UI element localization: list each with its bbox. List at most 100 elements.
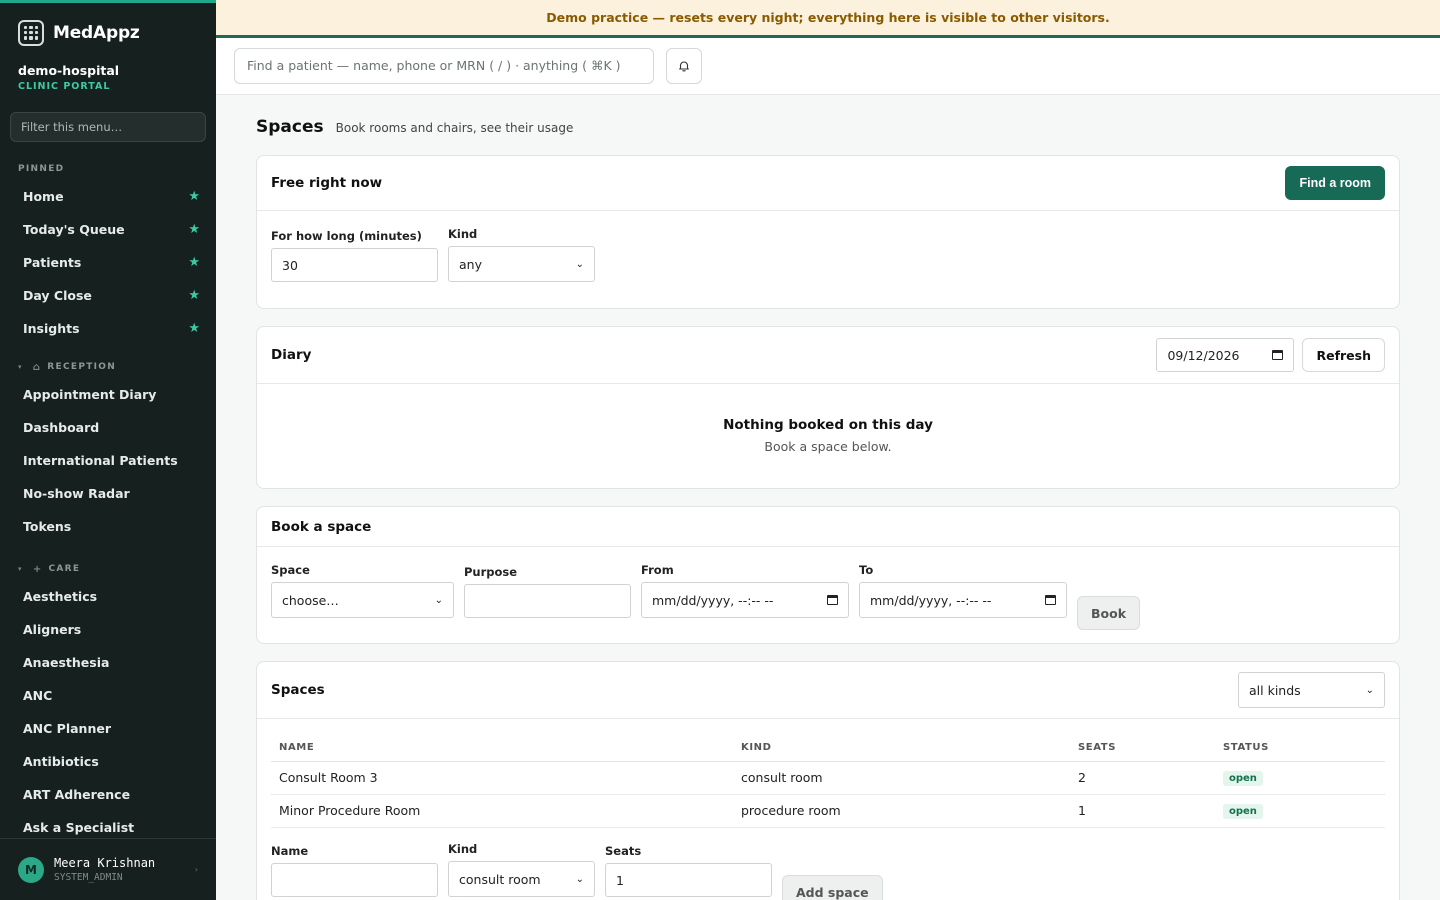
sidebar-item-no-show-radar[interactable]: No-show Radar bbox=[0, 477, 216, 510]
purpose-input[interactable] bbox=[464, 584, 631, 618]
user-menu[interactable]: M Meera Krishnan SYSTEM_ADMIN › bbox=[0, 838, 216, 900]
cell-seats: 1 bbox=[1070, 794, 1215, 828]
plus-icon: + bbox=[32, 563, 43, 575]
user-name: Meera Krishnan bbox=[54, 856, 156, 870]
sidebar-item-label: Ask a Specialist bbox=[23, 820, 135, 835]
card-title: Diary bbox=[271, 347, 312, 363]
sidebar-item-insights[interactable]: Insights ★ bbox=[0, 312, 216, 345]
chevron-down-icon: ⌄ bbox=[575, 258, 584, 270]
sidebar-item-art-adherence[interactable]: ART Adherence bbox=[0, 778, 216, 811]
sidebar-item-aligners[interactable]: Aligners bbox=[0, 613, 216, 646]
new-space-seats-value: 1 bbox=[616, 872, 624, 888]
sidebar-item-label: Insights bbox=[23, 321, 80, 336]
cell-name: Minor Procedure Room bbox=[271, 794, 733, 828]
purpose-label: Purpose bbox=[464, 565, 518, 579]
sidebar-item-patients[interactable]: Patients ★ bbox=[0, 246, 216, 279]
find-room-button[interactable]: Find a room bbox=[1285, 166, 1385, 200]
from-datetime-input[interactable]: mm/dd/yyyy, --:-- -- bbox=[641, 582, 849, 618]
sidebar-item-international-patients[interactable]: International Patients bbox=[0, 444, 216, 477]
to-value: mm/dd/yyyy, --:-- -- bbox=[870, 592, 992, 608]
sidebar-item-aesthetics[interactable]: Aesthetics bbox=[0, 580, 216, 613]
sidebar-item-antibiotics[interactable]: Antibiotics bbox=[0, 745, 216, 778]
table-row[interactable]: Consult Room 3 consult room 2 open bbox=[271, 761, 1385, 795]
cell-kind: consult room bbox=[733, 761, 1070, 795]
calendar-icon[interactable] bbox=[1272, 350, 1284, 360]
new-space-seats-input[interactable]: 1 bbox=[605, 863, 772, 897]
sidebar-item-label: Day Close bbox=[23, 288, 92, 303]
duration-label: For how long (minutes) bbox=[271, 229, 422, 243]
calendar-icon[interactable] bbox=[827, 595, 838, 605]
new-space-name-label: Name bbox=[271, 844, 309, 858]
empty-state: Nothing booked on this day Book a space … bbox=[257, 384, 1399, 454]
sidebar-item-label: Tokens bbox=[23, 519, 72, 534]
bell-icon bbox=[678, 61, 690, 72]
empty-title: Nothing booked on this day bbox=[723, 417, 933, 433]
chevron-down-icon: ▾ bbox=[18, 565, 23, 573]
page-title: Spaces bbox=[256, 117, 324, 137]
new-space-kind-value: consult room bbox=[459, 871, 541, 887]
sidebar-item-home[interactable]: Home ★ bbox=[0, 180, 216, 213]
group-header-care[interactable]: ▾ + CARE bbox=[0, 562, 216, 576]
kind-label: Kind bbox=[448, 227, 478, 241]
patient-search-input[interactable]: Find a patient — name, phone or MRN ( / … bbox=[234, 48, 654, 84]
star-icon[interactable]: ★ bbox=[188, 189, 200, 204]
brand[interactable]: MedAppz bbox=[0, 3, 216, 47]
sidebar-item-todays-queue[interactable]: Today's Queue ★ bbox=[0, 213, 216, 246]
sidebar-item-label: Anaesthesia bbox=[23, 655, 110, 670]
main-content: Spaces Book rooms and chairs, see their … bbox=[216, 95, 1440, 900]
page-header: Spaces Book rooms and chairs, see their … bbox=[256, 117, 573, 137]
star-icon[interactable]: ★ bbox=[188, 288, 200, 303]
app-logo-icon bbox=[18, 19, 44, 46]
notifications-button[interactable] bbox=[666, 48, 702, 84]
sidebar-item-label: Home bbox=[23, 189, 64, 204]
refresh-button[interactable]: Refresh bbox=[1302, 338, 1385, 372]
sidebar-item-day-close[interactable]: Day Close ★ bbox=[0, 279, 216, 312]
new-space-kind-select[interactable]: consult room ⌄ bbox=[448, 861, 595, 897]
kind-select[interactable]: any ⌄ bbox=[448, 246, 595, 282]
diary-date-input[interactable]: 09/12/2026 bbox=[1156, 338, 1295, 372]
sidebar-item-label: Aesthetics bbox=[23, 589, 98, 604]
org-subtitle: CLINIC PORTAL bbox=[18, 81, 111, 92]
org-name: demo-hospital bbox=[18, 63, 120, 78]
new-space-name-input[interactable] bbox=[271, 863, 438, 897]
demo-banner: Demo practice — resets every night; ever… bbox=[216, 0, 1440, 38]
group-label: CARE bbox=[48, 564, 81, 574]
to-datetime-input[interactable]: mm/dd/yyyy, --:-- -- bbox=[859, 582, 1067, 618]
sidebar-item-label: International Patients bbox=[23, 453, 178, 468]
card-header: Spaces all kinds ⌄ bbox=[257, 662, 1399, 719]
table-row[interactable]: Minor Procedure Room procedure room 1 op… bbox=[271, 794, 1385, 828]
empty-subtitle: Book a space below. bbox=[764, 439, 892, 454]
sidebar-item-anaesthesia[interactable]: Anaesthesia bbox=[0, 646, 216, 679]
from-label: From bbox=[641, 563, 674, 577]
card-title: Spaces bbox=[271, 682, 325, 698]
from-value: mm/dd/yyyy, --:-- -- bbox=[652, 592, 774, 608]
star-icon[interactable]: ★ bbox=[188, 222, 200, 237]
sidebar-item-label: ANC bbox=[23, 688, 53, 703]
add-space-button[interactable]: Add space bbox=[782, 875, 883, 900]
star-icon[interactable]: ★ bbox=[188, 321, 200, 336]
book-button[interactable]: Book bbox=[1077, 596, 1141, 630]
menu-filter-input[interactable]: Filter this menu… bbox=[10, 112, 206, 142]
sidebar-item-tokens[interactable]: Tokens bbox=[0, 510, 216, 543]
card-title: Free right now bbox=[271, 175, 383, 191]
kind-filter-select[interactable]: all kinds ⌄ bbox=[1238, 672, 1385, 708]
space-select[interactable]: choose… ⌄ bbox=[271, 582, 454, 618]
sidebar: MedAppz demo-hospital CLINIC PORTAL Filt… bbox=[0, 0, 216, 900]
sidebar-item-anc-planner[interactable]: ANC Planner bbox=[0, 712, 216, 745]
sidebar-item-appointment-diary[interactable]: Appointment Diary bbox=[0, 378, 216, 411]
user-role: SYSTEM_ADMIN bbox=[54, 872, 123, 883]
card-header: Diary 09/12/2026 Refresh bbox=[257, 327, 1399, 384]
brand-name: MedAppz bbox=[53, 22, 140, 43]
sidebar-item-anc[interactable]: ANC bbox=[0, 679, 216, 712]
sidebar-item-dashboard[interactable]: Dashboard bbox=[0, 411, 216, 444]
calendar-icon[interactable] bbox=[1045, 595, 1056, 605]
duration-input[interactable]: 30 bbox=[271, 248, 438, 282]
cell-status: open bbox=[1215, 761, 1385, 795]
sidebar-item-label: Antibiotics bbox=[23, 754, 99, 769]
group-label: RECEPTION bbox=[47, 362, 117, 372]
star-icon[interactable]: ★ bbox=[188, 255, 200, 270]
group-header-reception[interactable]: ▾ ⌂ RECEPTION bbox=[0, 360, 216, 374]
card-header: Free right now Find a room bbox=[257, 156, 1399, 211]
cell-kind: procedure room bbox=[733, 794, 1070, 828]
spaces-card: Spaces all kinds ⌄ NAME KIND SEATS STATUS… bbox=[256, 661, 1400, 900]
